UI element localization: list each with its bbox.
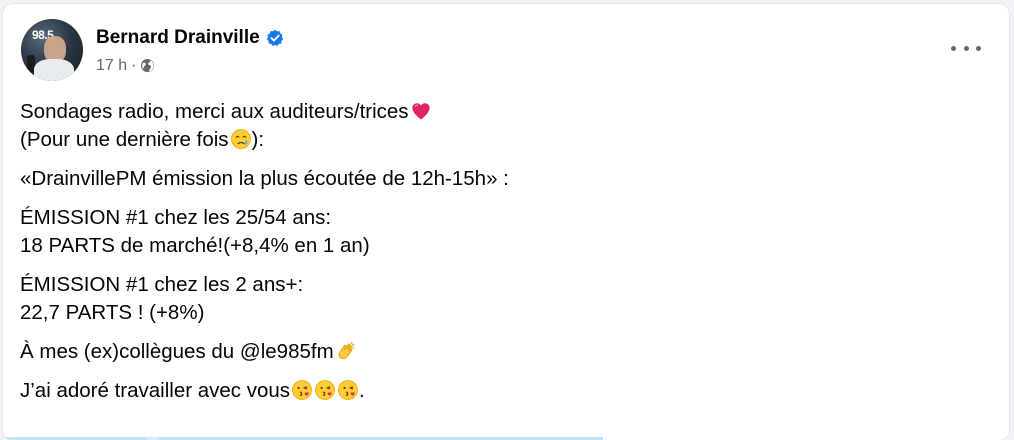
crying-face-emoji <box>230 128 252 150</box>
post-paragraph: Sondages radio, merci aux auditeurs/tric… <box>20 98 980 154</box>
more-dot <box>951 45 956 51</box>
post-subline: 17 h · <box>96 57 284 75</box>
author-name[interactable]: Bernard Drainville <box>96 27 260 49</box>
globe-icon[interactable] <box>140 58 155 73</box>
post-meta: Bernard Drainville 17 h · <box>96 26 284 75</box>
more-dot <box>976 45 981 51</box>
post-line: 22,7 PARTS ! (+8%) <box>20 301 205 324</box>
post-line: ÉMISSION #1 chez les 2 ans+: <box>20 273 304 296</box>
post-line: «DrainvillePM émission la plus écoutée d… <box>20 167 509 190</box>
post-line: J’ai adoré travailler avec vous <box>20 379 291 402</box>
more-dot <box>963 45 969 51</box>
avatar[interactable]: 98.5 <box>21 19 83 81</box>
post-paragraph: ÉMISSION #1 chez les 25/54 ans: 18 PARTS… <box>20 204 980 260</box>
post-line: Sondages radio, merci aux auditeurs/tric… <box>20 100 409 123</box>
face-blowing-kiss-emoji <box>314 379 336 401</box>
clapping-hands-emoji <box>335 340 357 362</box>
post-paragraph: À mes (ex)collègues du @le985fm <box>20 338 980 366</box>
more-options-icon[interactable] <box>951 38 981 58</box>
post-paragraph: «DrainvillePM émission la plus écoutée d… <box>20 165 980 193</box>
post-body: Sondages radio, merci aux auditeurs/tric… <box>20 98 980 416</box>
post-line: À mes (ex)collègues du @le985fm <box>20 340 334 363</box>
face-blowing-kiss-emoji <box>291 379 313 401</box>
post-timestamp[interactable]: 17 h <box>96 57 127 75</box>
avatar-shirt <box>34 59 74 81</box>
post-line: 18 PARTS de marché!(+8,4% en 1 an) <box>20 234 370 257</box>
post-line: (Pour une dernière fois <box>20 128 229 151</box>
red-heart-emoji <box>410 100 432 122</box>
face-blowing-kiss-emoji <box>337 379 359 401</box>
post-header: 98.5 Bernard Drainville 17 h · <box>21 19 284 81</box>
author-row: Bernard Drainville <box>96 26 284 50</box>
post-card: 98.5 Bernard Drainville 17 h · Sondages … <box>3 4 1009 440</box>
verified-badge-icon <box>266 29 284 47</box>
post-line: ÉMISSION #1 chez les 25/54 ans: <box>20 206 332 229</box>
post-paragraph: ÉMISSION #1 chez les 2 ans+: 22,7 PARTS … <box>20 271 980 327</box>
post-line: . <box>359 379 365 402</box>
separator-dot: · <box>131 56 137 74</box>
post-paragraph: J’ai adoré travailler avec vous. <box>20 377 980 405</box>
post-line: ): <box>251 128 265 151</box>
